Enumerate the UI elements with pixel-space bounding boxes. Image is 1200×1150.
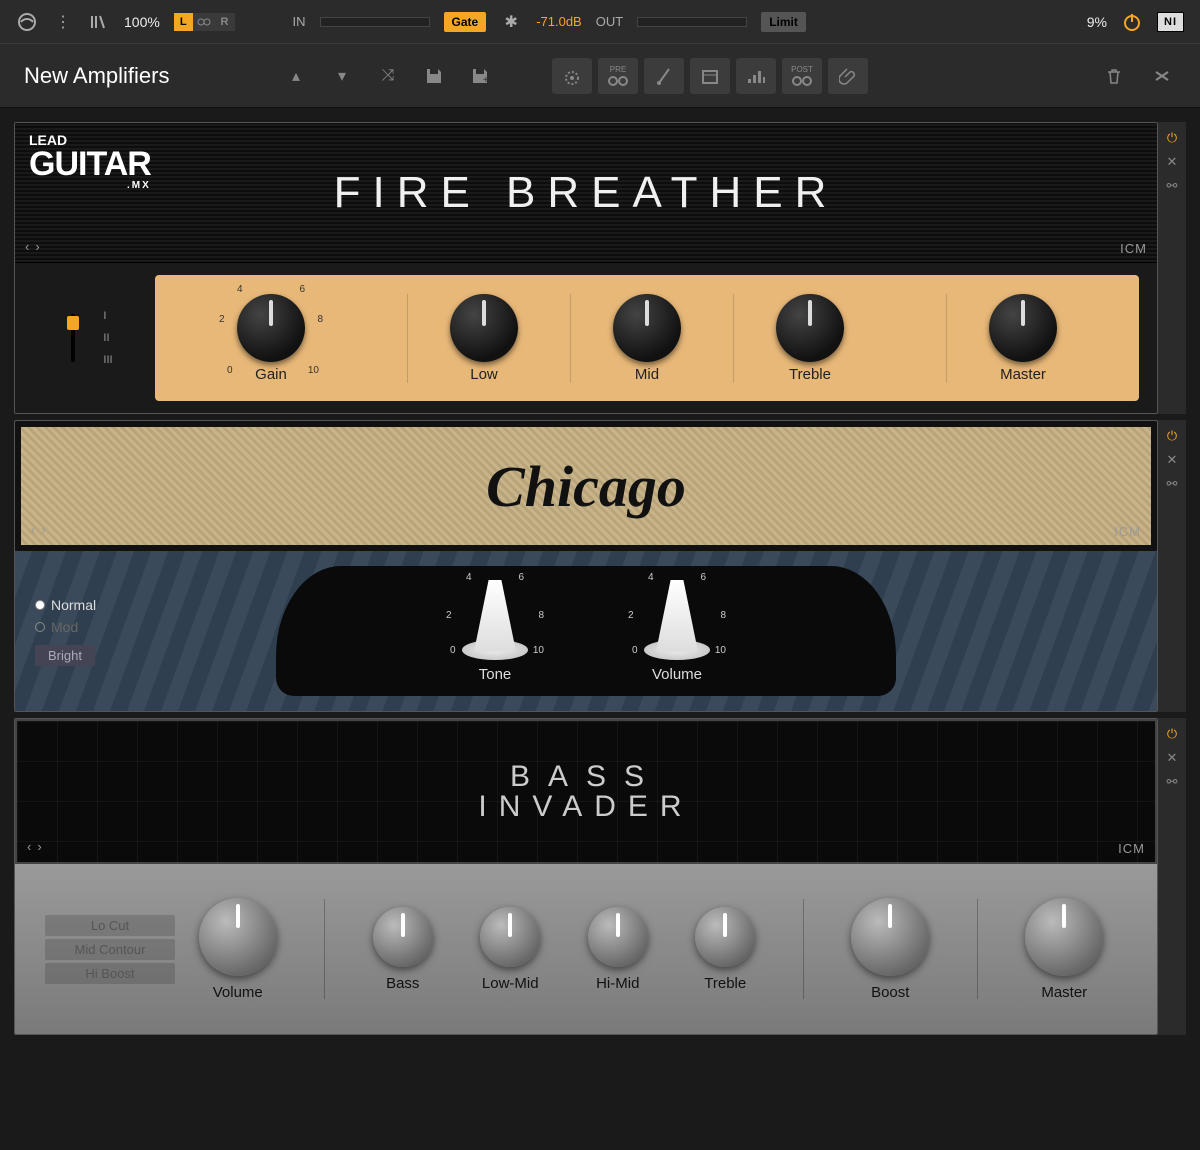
knob-lowmid[interactable]: Low-Mid bbox=[480, 907, 540, 992]
amp-icon[interactable] bbox=[644, 58, 684, 94]
top-toolbar: ⋮ 100% L R IN Gate ✱ -71.0dB OUT Limit 9… bbox=[0, 0, 1200, 44]
zoom-value[interactable]: 100% bbox=[124, 14, 160, 30]
bass-invader-controls: Lo Cut Mid Contour Hi Boost Volume Bass … bbox=[15, 864, 1157, 1034]
module-chicago: Chicago ‹› ICM Normal Mod Bright 0 2 bbox=[14, 420, 1186, 712]
pre-fx-icon[interactable]: PRE bbox=[598, 58, 638, 94]
save-icon[interactable] bbox=[420, 62, 448, 90]
trash-icon[interactable] bbox=[1100, 62, 1128, 90]
module-link-icon[interactable]: ⚯ bbox=[1167, 774, 1178, 790]
shuffle-icon[interactable]: ⤨ bbox=[374, 62, 402, 90]
module-side-controls: ⏻ ✕ ⚯ bbox=[1158, 122, 1186, 414]
module-prev-icon[interactable]: ‹ bbox=[27, 839, 31, 854]
collapse-icon[interactable] bbox=[1148, 62, 1176, 90]
bass-invader-title: BASS INVADER bbox=[478, 762, 693, 822]
stereo-link-icon[interactable] bbox=[193, 13, 215, 31]
knob-bass[interactable]: Bass bbox=[373, 907, 433, 992]
post-fx-icon[interactable]: POST bbox=[782, 58, 822, 94]
channel-switch[interactable]: I II III bbox=[15, 263, 155, 413]
module-power-icon[interactable]: ⏻ bbox=[1167, 726, 1177, 742]
input-meter[interactable] bbox=[320, 17, 430, 27]
module-power-icon[interactable]: ⏻ bbox=[1167, 130, 1177, 146]
hiboost-button[interactable]: Hi Boost bbox=[45, 963, 175, 984]
chicago-controls: Normal Mod Bright 0 2 4 6 8 bbox=[15, 551, 1157, 711]
module-close-icon[interactable]: ✕ bbox=[1167, 452, 1178, 468]
module-prev-icon[interactable]: ‹ bbox=[25, 239, 29, 254]
channel-left-button[interactable]: L bbox=[174, 13, 193, 31]
power-icon[interactable] bbox=[1121, 11, 1143, 33]
preset-bar: New Amplifiers ▴ ▾ ⤨ + PRE POST bbox=[0, 44, 1200, 108]
knob-boost[interactable]: Boost bbox=[851, 898, 929, 1001]
knob-gain[interactable]: 0 2 4 6 8 10 Gain bbox=[195, 294, 347, 383]
knob-master[interactable]: Master bbox=[946, 294, 1099, 383]
save-as-icon[interactable]: + bbox=[466, 62, 494, 90]
module-next-icon[interactable]: › bbox=[35, 239, 39, 254]
module-link-icon[interactable]: ⚯ bbox=[1167, 476, 1178, 492]
module-next-icon[interactable]: › bbox=[41, 522, 45, 537]
cabinet-icon[interactable] bbox=[690, 58, 730, 94]
svg-text:+: + bbox=[483, 75, 489, 86]
brand-tag: ICM bbox=[1120, 241, 1147, 256]
knob-low[interactable]: Low bbox=[407, 294, 560, 383]
knob-volume[interactable]: 0 2 4 6 8 10 Volume bbox=[646, 580, 708, 683]
kebab-menu-icon[interactable]: ⋮ bbox=[52, 11, 74, 33]
divider bbox=[977, 899, 978, 999]
module-side-controls: ⏻ ✕ ⚯ bbox=[1158, 718, 1186, 1035]
rack-container: LEAD GUITAR .MX FIRE BREATHER ‹ › ICM bbox=[0, 108, 1200, 1035]
knob-himid[interactable]: Hi-Mid bbox=[588, 907, 648, 992]
module-link-icon[interactable]: ⚯ bbox=[1167, 178, 1178, 194]
eq-icon[interactable] bbox=[736, 58, 776, 94]
knob-tone[interactable]: 0 2 4 6 8 10 Tone bbox=[464, 580, 526, 683]
gate-button[interactable]: Gate bbox=[444, 12, 487, 32]
output-label: OUT bbox=[596, 14, 623, 29]
module-prev-icon[interactable]: ‹ bbox=[31, 522, 35, 537]
tuner-icon[interactable] bbox=[552, 58, 592, 94]
brand-tag: ICM bbox=[1114, 524, 1141, 539]
fire-breather-controls: I II III 0 2 4 6 8 bbox=[15, 263, 1157, 413]
channel-selector[interactable]: L R bbox=[174, 13, 235, 31]
module-fire-breather: LEAD GUITAR .MX FIRE BREATHER ‹ › ICM bbox=[14, 122, 1186, 414]
brand-tag: ICM bbox=[1118, 841, 1145, 856]
preset-next-icon[interactable]: ▾ bbox=[328, 62, 356, 90]
locut-button[interactable]: Lo Cut bbox=[45, 915, 175, 936]
gate-settings-icon[interactable]: ✱ bbox=[500, 11, 522, 33]
fire-breather-title: FIRE BREATHER bbox=[334, 168, 839, 218]
divider bbox=[324, 899, 325, 999]
midcontour-button[interactable]: Mid Contour bbox=[45, 939, 175, 960]
mode-mod-radio[interactable]: Mod bbox=[35, 619, 185, 635]
ni-logo-badge[interactable]: NI bbox=[1157, 12, 1184, 32]
bright-button[interactable]: Bright bbox=[35, 645, 95, 666]
module-bass-invader: BASS INVADER ‹ › ICM Lo Cut Mid Contour H… bbox=[14, 718, 1186, 1035]
knob-mid[interactable]: Mid bbox=[570, 294, 723, 383]
divider bbox=[803, 899, 804, 999]
module-next-icon[interactable]: › bbox=[37, 839, 41, 854]
preset-prev-icon[interactable]: ▴ bbox=[282, 62, 310, 90]
knob-volume[interactable]: Volume bbox=[199, 898, 277, 1001]
module-close-icon[interactable]: ✕ bbox=[1167, 750, 1178, 766]
module-side-controls: ⏻ ✕ ⚯ bbox=[1158, 420, 1186, 712]
limit-button[interactable]: Limit bbox=[761, 12, 806, 32]
module-power-icon[interactable]: ⏻ bbox=[1167, 428, 1177, 444]
channel-right-button[interactable]: R bbox=[215, 13, 235, 31]
mode-normal-radio[interactable]: Normal bbox=[35, 597, 185, 613]
bass-invader-header: BASS INVADER ‹ › ICM bbox=[15, 719, 1157, 864]
input-label: IN bbox=[293, 14, 306, 29]
attachment-icon[interactable] bbox=[828, 58, 868, 94]
module-close-icon[interactable]: ✕ bbox=[1167, 154, 1178, 170]
preset-name[interactable]: New Amplifiers bbox=[24, 63, 264, 89]
library-icon[interactable] bbox=[88, 11, 110, 33]
knob-master[interactable]: Master bbox=[1025, 898, 1103, 1001]
gate-threshold-value[interactable]: -71.0dB bbox=[536, 14, 582, 29]
watermark-logo: LEAD GUITAR .MX bbox=[29, 133, 151, 191]
output-meter[interactable] bbox=[637, 17, 747, 27]
knob-treble[interactable]: Treble bbox=[695, 907, 755, 992]
knob-treble[interactable]: Treble bbox=[733, 294, 886, 383]
app-logo-icon[interactable] bbox=[16, 11, 38, 33]
cpu-usage-value: 9% bbox=[1087, 14, 1107, 30]
signal-chain-icons: PRE POST bbox=[552, 58, 868, 94]
fire-breather-header: LEAD GUITAR .MX FIRE BREATHER ‹ › ICM bbox=[15, 123, 1157, 263]
chicago-title: Chicago bbox=[486, 453, 686, 520]
chicago-header: Chicago ‹ › ICM bbox=[15, 421, 1157, 551]
